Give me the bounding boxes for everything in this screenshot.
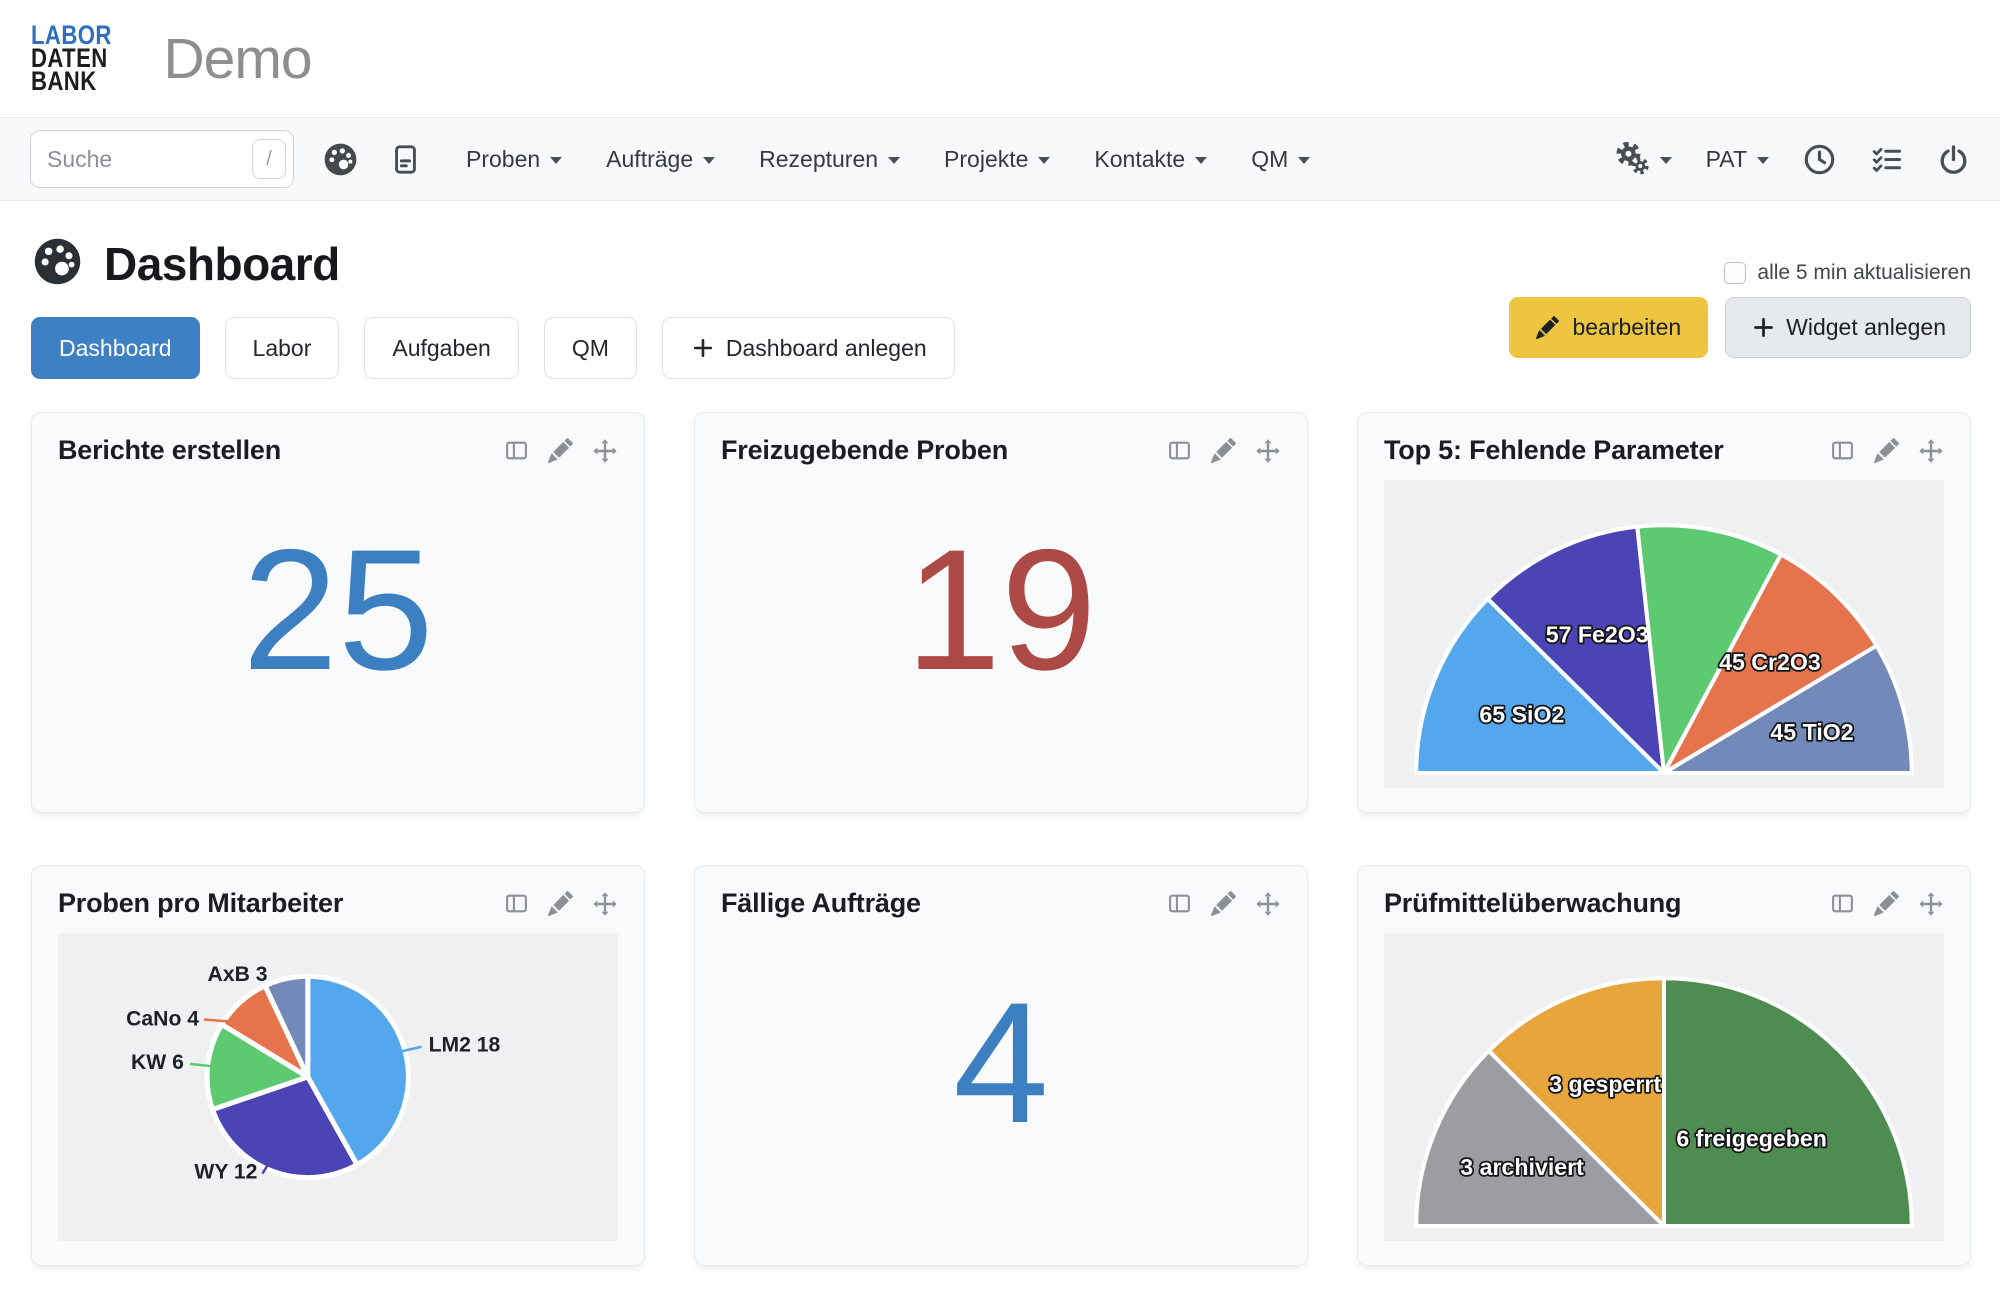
app-header: LABOR DATEN BANK Demo [0,0,2000,117]
edit-icon[interactable] [548,891,573,916]
search-box[interactable]: / [30,130,294,188]
menu-auftraege[interactable]: Aufträge [606,146,715,173]
columns-icon[interactable] [504,438,529,463]
chevron-down-icon [703,157,715,164]
settings-gears-icon [1616,142,1650,176]
edit-icon[interactable] [1211,438,1236,463]
pie-chart[interactable]: LM2 18 WY 12 KW 6 CaNo 4 AxB 3 [58,933,618,1241]
palette-icon[interactable] [322,141,359,178]
menu-rezepturen[interactable]: Rezepturen [759,146,900,173]
widget-title: Berichte erstellen [58,435,281,466]
chevron-down-icon [1195,157,1207,164]
widget-card-proben-pro-mitarbeiter: Proben pro Mitarbeiter LM2 18 WY 12 KW 6 Ca… [31,865,645,1266]
svg-text:65 SiO2: 65 SiO2 [1479,702,1564,728]
chevron-down-icon [1757,157,1769,164]
add-widget-button[interactable]: Widget anlegen [1725,297,1971,358]
search-shortcut-badge: / [252,139,286,179]
svg-text:KW 6: KW 6 [131,1051,184,1074]
clock-icon[interactable] [1803,143,1836,176]
columns-icon[interactable] [1830,891,1855,916]
labordatenbank-logo[interactable]: LABOR DATEN BANK [31,24,112,93]
auto-refresh-checkbox[interactable] [1724,262,1746,284]
svg-text:45 Cr2O3: 45 Cr2O3 [1719,649,1821,675]
move-icon[interactable] [1255,891,1281,917]
svg-text:CaNo 4: CaNo 4 [126,1008,199,1031]
widget-card-faellige-auftraege: Fällige Aufträge 4 [694,865,1308,1266]
user-menu[interactable]: PAT [1706,146,1769,173]
widget-card-freizugebende-proben: Freizugebende Proben 19 [694,412,1308,813]
tab-dashboard[interactable]: Dashboard [31,317,200,379]
svg-text:3 gesperrt: 3 gesperrt [1549,1071,1661,1097]
tab-qm[interactable]: QM [544,317,637,379]
search-input[interactable] [31,131,231,187]
widget-title: Fällige Aufträge [721,888,921,919]
chevron-down-icon [1660,157,1672,164]
app-title: Demo [164,26,312,92]
move-icon[interactable] [1918,891,1944,917]
widget-title: Freizugebende Proben [721,435,1008,466]
main-navbar: / Proben Aufträge Rezepturen Projekte Ko… [0,117,2000,201]
widget-title: Top 5: Fehlende Parameter [1384,435,1724,466]
logo-line: BANK [31,70,112,93]
pencil-icon [1536,316,1559,339]
dashboard-palette-icon [31,235,84,293]
add-dashboard-button[interactable]: Dashboard anlegen [662,317,955,379]
checklist-icon[interactable] [1870,143,1903,176]
menu-projekte[interactable]: Projekte [944,146,1050,173]
plus-icon [1750,314,1777,341]
widget-title: Prüfmittelüberwachung [1384,888,1681,919]
settings-menu[interactable] [1616,142,1672,176]
move-icon[interactable] [592,891,618,917]
move-icon[interactable] [1255,438,1281,464]
widget-card-pruefmittelueberwachung: Prüfmittelüberwachung 3 archiviert 3 gesp… [1357,865,1971,1266]
columns-icon[interactable] [504,891,529,916]
tab-aufgaben[interactable]: Aufgaben [364,317,518,379]
document-icon[interactable] [389,143,422,176]
svg-text:WY 12: WY 12 [194,1161,257,1184]
svg-text:57 Fe2O3: 57 Fe2O3 [1546,622,1649,648]
widget-value: 4 [953,977,1049,1149]
edit-dashboard-button[interactable]: bearbeiten [1509,297,1708,358]
edit-icon[interactable] [1874,438,1899,463]
chevron-down-icon [888,157,900,164]
move-icon[interactable] [592,438,618,464]
move-icon[interactable] [1918,438,1944,464]
svg-text:45 TiO2: 45 TiO2 [1770,719,1853,745]
chevron-down-icon [1038,157,1050,164]
edit-icon[interactable] [548,438,573,463]
menu-kontakte[interactable]: Kontakte [1094,146,1207,173]
menu-proben[interactable]: Proben [466,146,562,173]
widget-title: Proben pro Mitarbeiter [58,888,343,919]
svg-text:3 archiviert: 3 archiviert [1460,1154,1584,1180]
auto-refresh-label: alle 5 min aktualisieren [1757,261,1971,285]
chevron-down-icon [1298,157,1310,164]
auto-refresh-control: alle 5 min aktualisieren [1724,261,1971,285]
menu-qm[interactable]: QM [1251,146,1310,173]
svg-text:LM2 18: LM2 18 [429,1034,501,1057]
widget-card-top5-fehlende-parameter: Top 5: Fehlende Parameter 65 SiO2 57 Fe2O… [1357,412,1971,813]
columns-icon[interactable] [1830,438,1855,463]
columns-icon[interactable] [1167,891,1192,916]
widget-grid: Berichte erstellen 25 Freizugebende Prob… [31,412,1971,1266]
columns-icon[interactable] [1167,438,1192,463]
edit-icon[interactable] [1211,891,1236,916]
page-title: Dashboard [104,237,340,291]
half-pie-chart[interactable]: 3 archiviert 3 gesperrt 6 freigegeben [1384,933,1944,1241]
tab-labor[interactable]: Labor [225,317,340,379]
svg-text:AxB 3: AxB 3 [208,963,268,986]
chevron-down-icon [550,157,562,164]
widget-card-berichte: Berichte erstellen 25 [31,412,645,813]
half-pie-chart[interactable]: 65 SiO2 57 Fe2O3 45 Cr2O3 45 TiO2 [1384,480,1944,788]
svg-text:6 freigegeben: 6 freigegeben [1676,1125,1827,1151]
widget-value: 25 [242,524,433,696]
widget-value: 19 [905,524,1096,696]
edit-icon[interactable] [1874,891,1899,916]
plus-icon [690,335,716,361]
power-icon[interactable] [1937,143,1970,176]
